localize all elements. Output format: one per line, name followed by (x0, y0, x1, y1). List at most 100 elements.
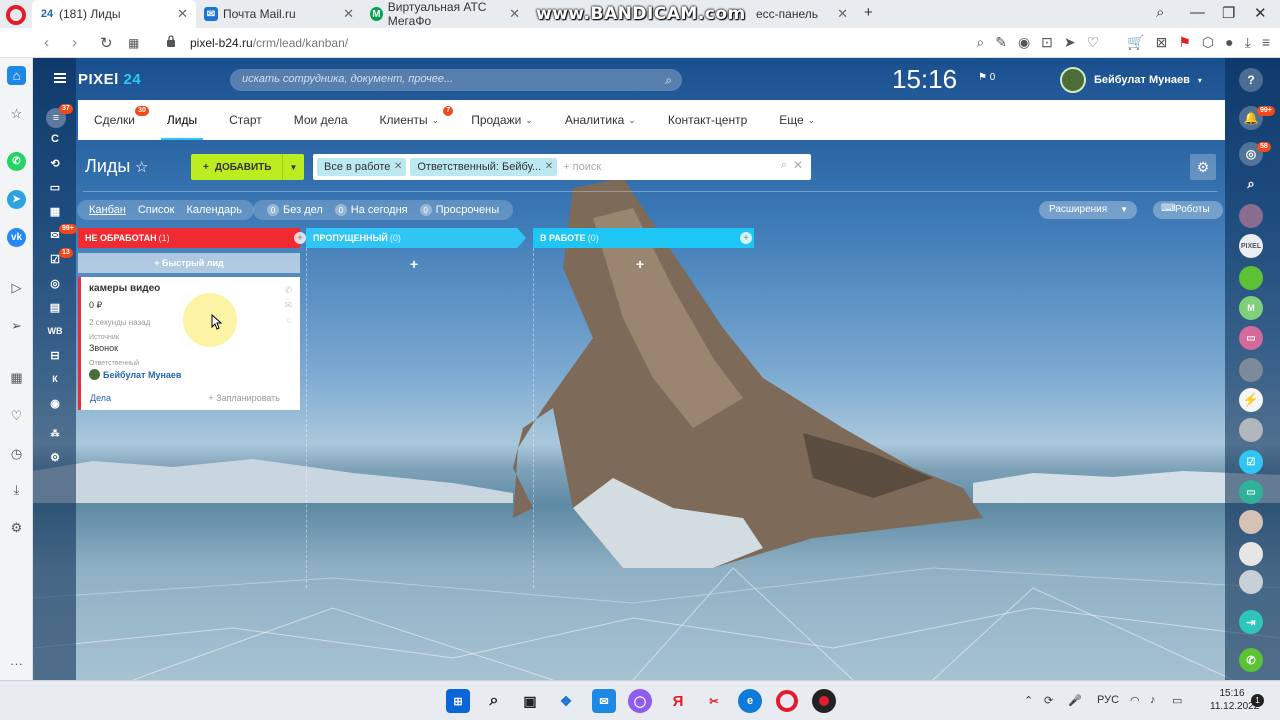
phone-icon[interactable]: ✆ (284, 285, 292, 296)
dropbox-icon[interactable]: ❖ (554, 689, 578, 713)
letter-icon[interactable]: С (46, 130, 64, 148)
quick-lead-button[interactable]: + Быстрый лид (78, 253, 300, 273)
opera-logo-icon[interactable] (6, 5, 26, 25)
yandex-icon[interactable]: Я (666, 689, 690, 713)
close-tab-icon[interactable]: ✕ (837, 6, 848, 22)
extensions-button[interactable]: Расширения ▼ (1039, 201, 1137, 219)
counter-no-activities[interactable]: 0 Без дел (261, 204, 329, 216)
brand-logo[interactable]: PIXEl 24 (78, 71, 141, 88)
contact-avatar[interactable] (1239, 418, 1263, 442)
hamburger-icon[interactable] (54, 73, 66, 83)
player-icon[interactable]: ▷ (7, 278, 26, 297)
minimize-icon[interactable]: — (1190, 4, 1205, 21)
volume-icon[interactable]: ♪ (1150, 694, 1156, 706)
view-list[interactable]: Список (132, 204, 181, 216)
column-header-in-progress[interactable]: В РАБОТЕ (0) (533, 228, 754, 248)
settings-icon[interactable]: ⚙ (46, 448, 64, 466)
contact-avatar[interactable] (1239, 570, 1263, 594)
view-kanban[interactable]: Канбан (83, 204, 132, 216)
tasks-icon[interactable]: ▭ (46, 178, 64, 196)
inbox-icon[interactable]: ⊟ (46, 346, 64, 364)
open-line-icon[interactable]: ▭ (1239, 480, 1263, 504)
alice-icon[interactable]: ◯ (628, 689, 652, 713)
add-item-icon[interactable]: + (410, 256, 418, 272)
download-icon[interactable]: ⤓ (1245, 34, 1251, 51)
task-chat-icon[interactable]: ☑ (1239, 450, 1263, 474)
search-icon[interactable]: ⌕ (665, 73, 672, 88)
calendar-icon[interactable]: ▦ (46, 202, 64, 220)
column-header-new[interactable]: НЕ ОБРАБОТАН (1) (78, 228, 300, 248)
menu-item-deals[interactable]: Сделки 30 (78, 100, 151, 140)
contact-avatar[interactable] (1239, 358, 1263, 382)
search-tabs-icon[interactable]: ⌕ (1156, 4, 1164, 21)
cart-icon[interactable]: 🛒 (1127, 34, 1144, 51)
send-icon[interactable]: ➤ (1064, 34, 1076, 51)
vpn-icon[interactable]: ⚑ (1178, 34, 1191, 51)
close-icon[interactable]: ✕ (545, 161, 553, 172)
tab-mail[interactable]: ✉ Почта Mail.ru ✕ (196, 0, 362, 28)
system-clock[interactable]: 15:16 11.12.2022 (1210, 687, 1259, 713)
filter-chip[interactable]: Все в работе ✕ (317, 158, 407, 176)
apps-icon[interactable]: ▦ (7, 368, 26, 387)
new-tab-icon[interactable]: + (864, 4, 873, 21)
close-tab-icon[interactable]: ✕ (177, 6, 188, 22)
opera-icon[interactable] (776, 690, 798, 712)
column-header-missed[interactable]: ПРОПУЩЕННЫЙ (0) (306, 228, 526, 248)
heart-icon[interactable]: ♡ (7, 406, 26, 425)
contact-avatar[interactable] (1239, 542, 1263, 566)
close-window-icon[interactable]: ✕ (1254, 4, 1267, 22)
language-indicator[interactable]: РУС (1097, 694, 1119, 706)
structure-icon[interactable]: ⁂ (46, 424, 64, 442)
whatsapp-icon[interactable]: ✆ (7, 152, 26, 171)
exit-icon[interactable]: ⇥ (1239, 610, 1263, 634)
robots-button[interactable]: ⌨ Роботы (1153, 201, 1223, 219)
view-calendar[interactable]: Календарь (180, 204, 248, 216)
menu-item-clients[interactable]: Клиенты ⌄ 7 (364, 100, 456, 140)
contact-avatar[interactable] (1239, 510, 1263, 534)
tab-leads[interactable]: 24 (181) Лиды ✕ (32, 0, 196, 28)
search-icon[interactable]: ⌕ (781, 159, 787, 172)
pixel-avatar[interactable]: PIXEL (1239, 234, 1263, 258)
heart-icon[interactable]: ♡ (1087, 34, 1100, 51)
menu-item-start[interactable]: Старт (213, 100, 278, 140)
k-icon[interactable]: К (46, 370, 64, 388)
more-icon[interactable]: ··· (7, 654, 26, 673)
reload-icon[interactable]: ↻ (100, 34, 113, 52)
star-icon[interactable]: ☆ (7, 104, 26, 123)
speed-dial-icon[interactable]: ▦ (128, 36, 139, 50)
home-icon[interactable]: ⌂ (7, 66, 26, 85)
add-lead-button[interactable]: + ДОБАВИТЬ ▼ (191, 154, 304, 180)
edge-icon[interactable]: e (738, 689, 762, 713)
forward-icon[interactable]: › (72, 34, 77, 51)
profile-icon[interactable]: ● (1225, 34, 1233, 51)
email-icon[interactable]: ✉ (284, 300, 292, 311)
bandicam-icon[interactable] (812, 689, 836, 713)
close-tab-icon[interactable]: ✕ (509, 6, 520, 22)
telegram-icon[interactable]: ➤ (7, 190, 26, 209)
menu-item-leads[interactable]: Лиды (151, 100, 213, 140)
menu-icon[interactable]: ≡ (1262, 34, 1270, 51)
mail-app-icon[interactable]: ✉ (592, 689, 616, 713)
close-tab-icon[interactable]: ✕ (343, 6, 354, 22)
sync-icon[interactable]: ⟳ (1044, 694, 1053, 707)
plan-link[interactable]: + Запланировать (208, 393, 280, 403)
chevron-up-icon[interactable]: ⌃ (1024, 694, 1033, 707)
menu-item-sales[interactable]: Продажи ⌄ (455, 100, 549, 140)
phone-icon[interactable]: ✆ (1239, 648, 1263, 672)
mic-icon[interactable]: 🎤 (1068, 694, 1082, 707)
wifi-icon[interactable]: ◠ (1130, 694, 1140, 707)
send-icon[interactable]: ➢ (7, 316, 26, 335)
vk-icon[interactable]: vk (7, 228, 26, 247)
group-chat-icon[interactable]: ▭ (1239, 326, 1263, 350)
flag-counter[interactable]: ⚑ 0 (978, 72, 995, 83)
add-column-icon[interactable]: + (740, 232, 752, 244)
restore-icon[interactable]: ❐ (1222, 4, 1235, 22)
settings-icon[interactable]: ⚙ (7, 518, 26, 537)
camera-icon[interactable]: ◉ (1018, 34, 1030, 51)
contact-icon[interactable]: ◉ (46, 394, 64, 412)
search-icon[interactable]: ⌕ (1239, 172, 1263, 196)
lead-title[interactable]: камеры видео (89, 283, 292, 294)
extension-icon[interactable]: ⊠ (1156, 34, 1168, 51)
filter-search-input[interactable]: Все в работе ✕ Ответственный: Бейбу... ✕ +… (313, 154, 811, 180)
wb-icon[interactable]: WB (46, 322, 64, 340)
